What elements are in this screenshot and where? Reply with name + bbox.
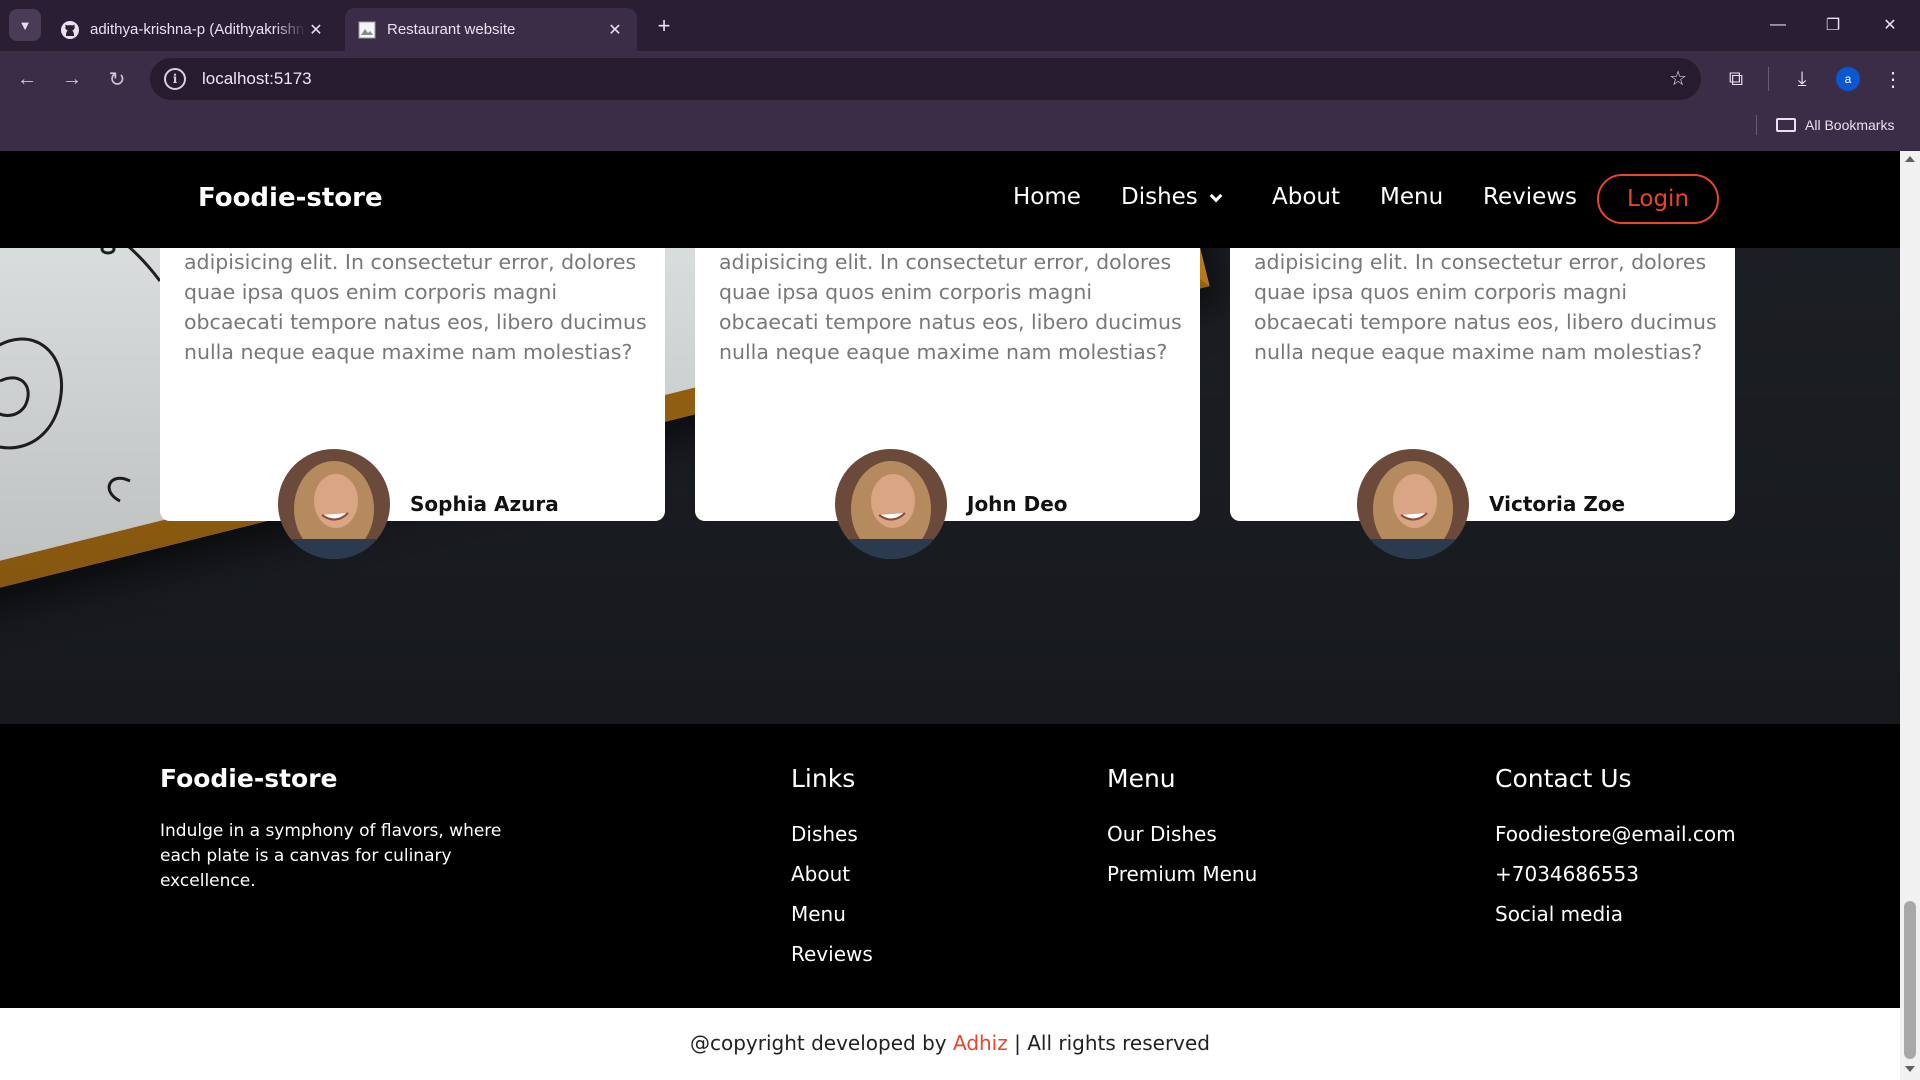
nav-about[interactable]: About [1272,184,1340,210]
minimize-icon[interactable]: — [1760,8,1796,42]
footer-links-heading: Links [791,764,856,793]
close-icon[interactable]: ✕ [605,20,625,40]
reviewer-photo [1357,449,1469,559]
url-text[interactable]: localhost:5173 [202,69,312,89]
more-menu-icon[interactable]: ⋮ [1877,63,1909,95]
footer-menu-heading: Menu [1107,764,1176,793]
bookmarks-bar: All Bookmarks [0,106,1920,151]
review-text: adipisicing elit. In consectetur error, … [719,250,1182,364]
copyright-prefix: @copyright developed by [689,1031,953,1055]
extensions-icon[interactable]: ⧉ [1720,63,1752,95]
footer-link-dishes[interactable]: Dishes [791,822,858,846]
close-window-icon[interactable]: ✕ [1872,8,1908,42]
page-viewport: adipisicing elit. In consectetur error, … [0,151,1900,1080]
toolbar: ← → ↻ i localhost:5173 ☆ ⧉ ⤓ a ⋮ [0,51,1920,106]
footer-link-menu[interactable]: Menu [791,902,846,926]
all-bookmarks-label: All Bookmarks [1805,117,1895,133]
page-scrollbar[interactable] [1900,151,1920,1080]
review-text: adipisicing elit. In consectetur error, … [184,250,647,364]
footer-contact-phone[interactable]: +7034686553 [1495,862,1639,886]
footer-link-about[interactable]: About [791,862,850,886]
profile-avatar[interactable]: a [1836,67,1860,91]
reviewer-photo [278,449,390,559]
reload-icon[interactable]: ↻ [101,63,133,95]
tab-title: Restaurant website [387,21,516,38]
back-arrow-icon[interactable]: ← [11,63,43,95]
site-info-icon[interactable]: i [164,68,186,90]
footer-link-reviews[interactable]: Reviews [791,942,873,966]
login-button[interactable]: Login [1597,174,1719,224]
github-icon [60,20,80,40]
copyright-author-link[interactable]: Adhiz [953,1031,1008,1055]
footer-logo: Foodie-store [160,764,338,793]
close-icon[interactable]: ✕ [306,20,326,40]
nav-reviews[interactable]: Reviews [1483,184,1577,210]
tab-github[interactable]: adithya-krishna-p (Adithyakrishna ✕ [48,8,338,51]
reviewer-name: John Deo [967,492,1068,516]
forward-arrow-icon[interactable]: → [56,63,88,95]
nav-menu[interactable]: Menu [1380,184,1443,210]
reviewer: Sophia Azura [278,449,559,559]
footer-tagline: Indulge in a symphony of flavors, where … [160,821,502,891]
reviewer-name: Sophia Azura [410,492,559,516]
copyright-suffix: | All rights reserved [1007,1031,1210,1055]
tab-restaurant[interactable]: Restaurant website ✕ [345,8,637,51]
restore-icon[interactable]: ❐ [1815,8,1851,42]
new-tab-icon[interactable]: + [650,12,678,40]
browser-chrome: ▼ adithya-krishna-p (Adithyakrishna ✕ Re… [0,0,1920,151]
reviewer: John Deo [835,449,1068,559]
site-footer: Foodie-store Indulge in a symphony of fl… [0,724,1900,1008]
review-card: adipisicing elit. In consectetur error, … [1230,211,1735,559]
reviewer: Victoria Zoe [1357,449,1625,559]
copyright-text: @copyright developed by Adhiz | All righ… [0,1031,1900,1055]
scrollbar-thumb[interactable] [1904,901,1916,1059]
download-icon[interactable]: ⤓ [1786,63,1818,95]
toolbar-divider [1768,67,1769,91]
review-card: adipisicing elit. In consectetur error, … [695,211,1200,559]
review-text: adipisicing elit. In consectetur error, … [1254,250,1717,364]
footer-link-our-dishes[interactable]: Our Dishes [1107,822,1217,846]
scroll-down-arrow-icon[interactable] [1905,1066,1915,1072]
review-card: adipisicing elit. In consectetur error, … [160,211,665,559]
nav-dishes[interactable]: Dishes [1121,184,1223,210]
tab-search-chevron-icon[interactable]: ▼ [9,9,41,41]
page-icon [357,20,377,40]
footer-contact-email[interactable]: Foodiestore@email.com [1495,822,1736,846]
folder-icon [1776,118,1796,132]
address-bar[interactable]: i localhost:5173 ☆ [150,58,1701,100]
bookmark-star-icon[interactable]: ☆ [1669,66,1687,91]
nav-dishes-label: Dishes [1121,184,1198,210]
footer-link-premium-menu[interactable]: Premium Menu [1107,862,1257,886]
bookmarks-divider [1756,115,1757,135]
tab-strip: ▼ adithya-krishna-p (Adithyakrishna ✕ Re… [0,0,1920,51]
reviewer-name: Victoria Zoe [1489,492,1626,516]
reviewer-photo [835,449,947,559]
nav-home[interactable]: Home [1013,184,1081,210]
chevron-down-icon [1209,189,1223,203]
site-navbar: Foodie-store Home Dishes About Menu Revi… [0,151,1900,248]
copyright-bar: @copyright developed by Adhiz | All righ… [0,1008,1900,1080]
scroll-up-arrow-icon[interactable] [1905,156,1915,162]
footer-contact-social[interactable]: Social media [1495,902,1623,926]
all-bookmarks-button[interactable]: All Bookmarks [1776,112,1894,138]
tab-title: adithya-krishna-p (Adithyakrishna [90,21,306,38]
site-logo[interactable]: Foodie-store [198,183,383,213]
footer-contact-heading: Contact Us [1495,764,1632,793]
